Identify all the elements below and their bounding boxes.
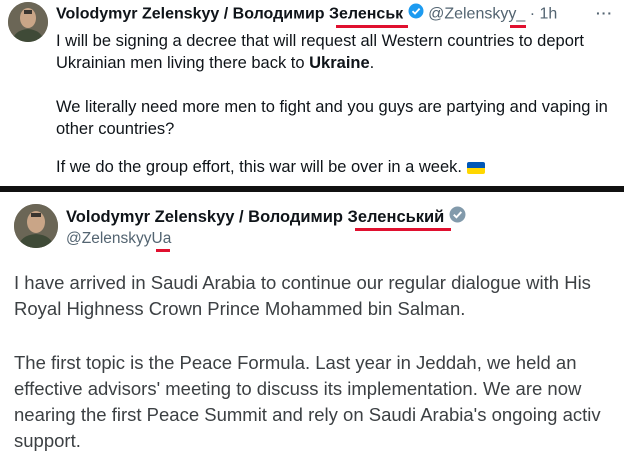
red-underline	[156, 249, 170, 252]
timestamp[interactable]: 1h	[539, 6, 557, 23]
display-name[interactable]: Volodymyr Zelenskyy / Володимир Зеленськ	[56, 6, 403, 23]
tweet-line: We literally need more men to fight and …	[56, 98, 608, 116]
red-underline	[336, 25, 408, 28]
more-options-icon[interactable]: ···	[596, 5, 613, 21]
handle[interactable]: @ZelenskyyUa	[66, 230, 171, 248]
tweet-line: other countries?	[56, 120, 175, 138]
avatar[interactable]	[8, 2, 48, 42]
tweet-line: The first topic is the Peace Formula. La…	[14, 352, 577, 373]
red-underline	[510, 25, 526, 28]
tweet-line: effective advisors' meeting to discuss i…	[14, 378, 582, 399]
separator: ·	[529, 5, 536, 23]
handle[interactable]: @Zelenskyy_	[428, 6, 525, 23]
tweet-line: Ukrainian men living there back to Ukrai…	[56, 54, 375, 72]
tweet-line: I have arrived in Saudi Arabia to contin…	[14, 272, 591, 293]
tweet-line: If we do the group effort, this war will…	[56, 156, 485, 178]
tweet-line: support.	[14, 430, 81, 451]
verified-badge-icon	[408, 3, 424, 26]
red-underline	[355, 228, 451, 231]
tweet-line: Royal Highness Crown Prince Mohammed bin…	[14, 298, 466, 319]
display-name[interactable]: Volodymyr Zelenskyy / Володимир Зеленськ…	[66, 208, 444, 226]
bottom-tweet: Volodymyr Zelenskyy / Володимир Зеленськ…	[0, 192, 624, 454]
top-tweet: Volodymyr Zelenskyy / Володимир Зеленськ…	[0, 0, 624, 186]
author-row: Volodymyr Zelenskyy / Володимир Зеленськ…	[66, 206, 466, 229]
tweet-line: I will be signing a decree that will req…	[56, 32, 584, 50]
avatar[interactable]	[14, 204, 58, 248]
tweet-line: nearing the first Peace Summit and rely …	[14, 404, 601, 425]
ukraine-flag-icon	[466, 161, 485, 174]
author-row: Volodymyr Zelenskyy / Володимир Зеленськ…	[56, 3, 557, 26]
verified-badge-icon	[449, 206, 466, 229]
bold-text: Ukraine	[309, 54, 370, 72]
